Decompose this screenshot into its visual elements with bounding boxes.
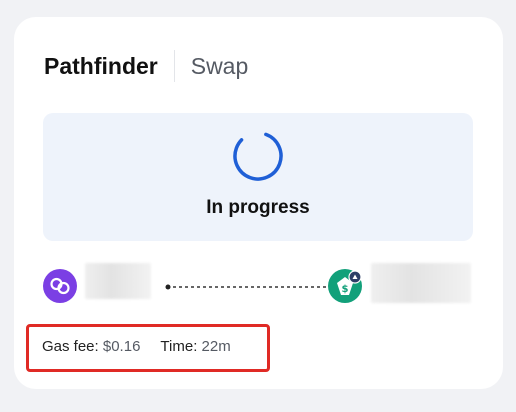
route-row: $ xyxy=(43,263,483,303)
svg-text:$: $ xyxy=(342,284,349,295)
gas-fee-label: Gas fee: xyxy=(42,338,99,355)
transfer-meta: Gas fee: $0.16 Time: 22m xyxy=(42,338,231,355)
tab-pathfinder[interactable]: Pathfinder xyxy=(44,51,158,81)
from-token-details-redacted xyxy=(85,263,151,299)
loading-spinner-icon xyxy=(233,131,283,181)
gas-fee: Gas fee: $0.16 xyxy=(42,338,140,355)
time-label: Time: xyxy=(160,338,198,355)
to-token-details-redacted xyxy=(371,263,471,303)
tab-swap[interactable]: Swap xyxy=(191,51,249,81)
dollar-tag-icon: $ xyxy=(337,270,362,295)
from-token-avatar xyxy=(43,269,77,303)
time-value: 22m xyxy=(201,338,231,355)
tab-divider xyxy=(173,50,175,82)
status-panel: In progress xyxy=(43,113,473,241)
gas-fee-value: $0.16 xyxy=(102,338,141,355)
time-estimate: Time: 22m xyxy=(160,338,230,355)
status-text: In progress xyxy=(206,197,310,218)
to-token-avatar: $ xyxy=(328,269,362,303)
route-arrow xyxy=(165,284,341,290)
tab-bar: Pathfinder Swap xyxy=(44,50,249,82)
chain-link-icon xyxy=(50,277,70,295)
